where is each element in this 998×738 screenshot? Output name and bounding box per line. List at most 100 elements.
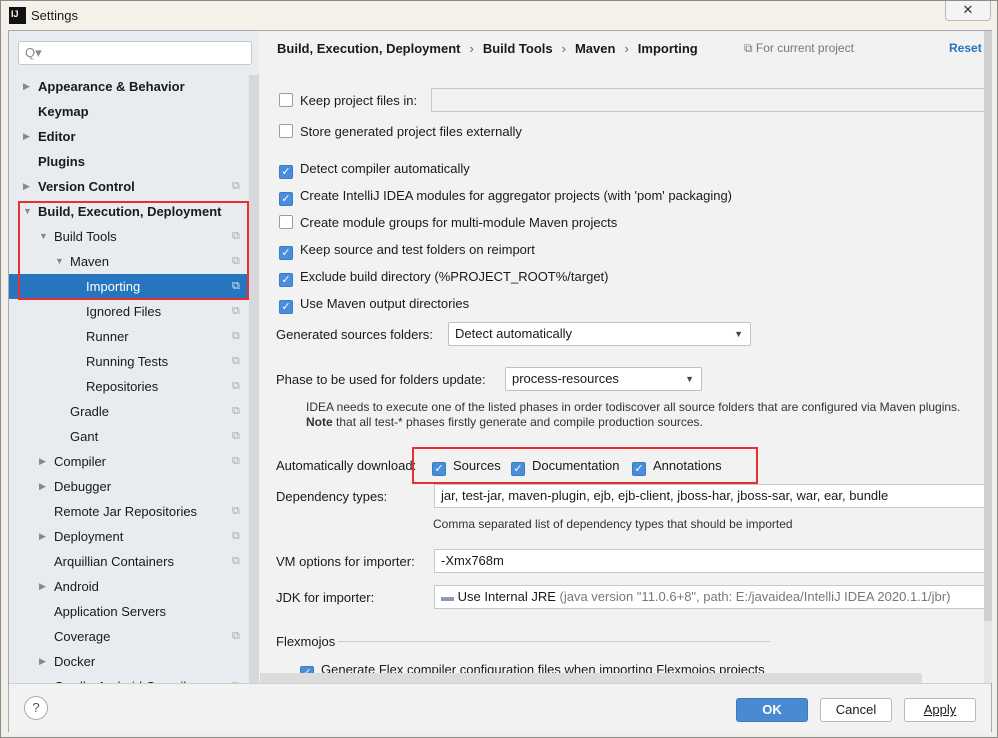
sidebar-item-label: Remote Jar Repositories bbox=[54, 504, 198, 519]
breadcrumb-item: Importing bbox=[637, 41, 698, 56]
highlight-box-download bbox=[412, 447, 758, 484]
window-title: Settings bbox=[31, 8, 78, 23]
option-checkbox[interactable]: ✓ Use Maven output directories bbox=[279, 296, 469, 314]
sidebar-item-label: Deployment bbox=[54, 529, 124, 544]
cancel-button[interactable]: Cancel bbox=[820, 698, 892, 722]
store-externally-checkbox[interactable]: Store generated project files externally bbox=[279, 124, 522, 140]
expand-arrow-icon[interactable]: ▶ bbox=[39, 449, 46, 474]
project-scope-icon: ⧉ bbox=[232, 530, 240, 542]
title-bar: IJ Settings ✕ bbox=[1, 1, 997, 30]
expand-arrow-icon[interactable]: ▶ bbox=[23, 174, 30, 199]
sidebar-item[interactable]: Arquillian Containers ⧉ bbox=[9, 549, 249, 574]
sidebar-item[interactable]: ▶ Debugger bbox=[9, 474, 249, 499]
phase-dropdown[interactable]: process-resources ▼ bbox=[505, 367, 702, 391]
jdk-label: JDK for importer: bbox=[276, 590, 375, 605]
keep-project-files-checkbox[interactable]: Keep project files in: bbox=[279, 93, 417, 109]
breadcrumb-item[interactable]: Build, Execution, Deployment bbox=[277, 41, 460, 56]
sidebar-item-label: Plugins bbox=[38, 154, 85, 169]
generated-sources-dropdown[interactable]: Detect automatically ▼ bbox=[448, 322, 751, 346]
sidebar-item[interactable]: Gradle ⧉ bbox=[9, 399, 249, 424]
project-scope-icon: ⧉ bbox=[232, 630, 240, 642]
dependency-types-input[interactable]: jar, test-jar, maven-plugin, ejb, ejb-cl… bbox=[434, 484, 992, 508]
jdk-dropdown[interactable]: ▬ Use Internal JRE (java version "11.0.6… bbox=[434, 585, 992, 609]
vm-options-label: VM options for importer: bbox=[276, 554, 415, 569]
sidebar-item[interactable]: Application Servers bbox=[9, 599, 249, 624]
reset-link[interactable]: Reset bbox=[949, 41, 982, 55]
expand-arrow-icon[interactable]: ▶ bbox=[23, 74, 30, 99]
breadcrumb-item[interactable]: Build Tools bbox=[483, 41, 553, 56]
sidebar-item[interactable]: ▶ Docker bbox=[9, 649, 249, 674]
sidebar-item[interactable]: ▶ Deployment ⧉ bbox=[9, 524, 249, 549]
dialog-footer: ? OK Cancel Apply bbox=[9, 683, 991, 732]
sidebar-item[interactable]: ▶ Compiler ⧉ bbox=[9, 449, 249, 474]
keep-project-files-input[interactable] bbox=[431, 88, 991, 112]
expand-arrow-icon[interactable]: ▶ bbox=[39, 524, 46, 549]
sidebar-item[interactable]: Gant ⧉ bbox=[9, 424, 249, 449]
ok-button[interactable]: OK bbox=[736, 698, 808, 722]
expand-arrow-icon[interactable]: ▶ bbox=[39, 649, 46, 674]
sidebar-scrollbar[interactable] bbox=[249, 75, 259, 683]
phase-label: Phase to be used for folders update: bbox=[276, 372, 486, 387]
apply-button[interactable]: Apply bbox=[904, 698, 976, 722]
settings-sidebar: Q▾ ▶ Appearance & Behavior Keymap ▶ Editor Pl… bbox=[9, 31, 259, 683]
sidebar-item[interactable]: Plugins bbox=[9, 149, 249, 174]
for-current-project-label: ⧉ For current project bbox=[744, 41, 854, 55]
highlight-box-sidebar bbox=[18, 201, 249, 300]
chevron-down-icon: ▼ bbox=[734, 329, 743, 339]
sidebar-item-label: Debugger bbox=[54, 479, 112, 494]
sidebar-item[interactable]: Ignored Files ⧉ bbox=[9, 299, 249, 324]
search-icon: Q▾ bbox=[25, 45, 42, 60]
vm-options-input[interactable]: -Xmx768m bbox=[434, 549, 992, 573]
section-divider bbox=[338, 641, 770, 642]
sidebar-item[interactable]: ▶ Appearance & Behavior bbox=[9, 74, 249, 99]
sidebar-item-label: Version Control bbox=[38, 179, 135, 194]
copy-icon: ⧉ bbox=[744, 41, 756, 55]
project-scope-icon: ⧉ bbox=[232, 355, 240, 367]
sidebar-item-label: Ignored Files bbox=[86, 304, 162, 319]
project-scope-icon: ⧉ bbox=[232, 555, 240, 567]
sidebar-item[interactable]: Keymap bbox=[9, 99, 249, 124]
project-scope-icon: ⧉ bbox=[232, 505, 240, 517]
phase-hint: IDEA needs to execute one of the listed … bbox=[306, 400, 961, 429]
sidebar-item[interactable]: Runner ⧉ bbox=[9, 324, 249, 349]
sidebar-item[interactable]: ▶ Version Control ⧉ bbox=[9, 174, 249, 199]
sidebar-item[interactable]: Gradle-Android Compiler ⧉ bbox=[9, 674, 249, 683]
sidebar-item-label: Editor bbox=[38, 129, 76, 144]
help-button[interactable]: ? bbox=[24, 696, 48, 720]
sidebar-item-label: Appearance & Behavior bbox=[38, 79, 185, 94]
sidebar-item[interactable]: Remote Jar Repositories ⧉ bbox=[9, 499, 249, 524]
expand-arrow-icon[interactable]: ▶ bbox=[39, 574, 46, 599]
sidebar-item-label: Gradle bbox=[70, 404, 110, 419]
vertical-scrollbar-thumb[interactable] bbox=[984, 31, 992, 621]
intellij-logo-icon: IJ bbox=[9, 7, 26, 24]
project-scope-icon: ⧉ bbox=[232, 380, 240, 392]
close-button[interactable]: ✕ bbox=[945, 1, 991, 21]
project-scope-icon: ⧉ bbox=[232, 330, 240, 342]
sidebar-item-label: Docker bbox=[54, 654, 96, 669]
sidebar-item-label: Runner bbox=[86, 329, 129, 344]
sidebar-item-label: Compiler bbox=[54, 454, 107, 469]
settings-search-input[interactable]: Q▾ bbox=[18, 41, 252, 65]
sidebar-item-label: Repositories bbox=[86, 379, 159, 394]
horizontal-scrollbar[interactable] bbox=[260, 673, 922, 683]
breadcrumb-item[interactable]: Maven bbox=[575, 41, 615, 56]
sidebar-item[interactable]: Repositories ⧉ bbox=[9, 374, 249, 399]
sidebar-item[interactable]: ▶ Android bbox=[9, 574, 249, 599]
sidebar-item[interactable]: Coverage ⧉ bbox=[9, 624, 249, 649]
option-checkbox[interactable]: Create module groups for multi-module Ma… bbox=[279, 215, 617, 231]
expand-arrow-icon[interactable]: ▶ bbox=[23, 124, 30, 149]
sidebar-item-label: Gradle-Android Compiler bbox=[54, 674, 198, 683]
option-checkbox[interactable]: ✓ Detect compiler automatically bbox=[279, 161, 470, 179]
option-checkbox[interactable]: ✓ Exclude build directory (%PROJECT_ROOT%… bbox=[279, 269, 608, 287]
expand-arrow-icon[interactable]: ▶ bbox=[39, 474, 46, 499]
sidebar-item[interactable]: Running Tests ⧉ bbox=[9, 349, 249, 374]
sidebar-item-label: Application Servers bbox=[54, 604, 166, 619]
sidebar-item[interactable]: ▶ Editor bbox=[9, 124, 249, 149]
settings-content: Build, Execution, Deployment › Build Tools… bbox=[260, 31, 992, 683]
chevron-down-icon: ▼ bbox=[685, 374, 694, 384]
option-checkbox[interactable]: ✓ Keep source and test folders on reimpor… bbox=[279, 242, 535, 260]
option-checkbox[interactable]: ✓ Create IntelliJ IDEA modules for aggreg… bbox=[279, 188, 732, 206]
project-scope-icon: ⧉ bbox=[232, 455, 240, 467]
folder-icon: ▬ bbox=[441, 589, 458, 604]
project-scope-icon: ⧉ bbox=[232, 405, 240, 417]
